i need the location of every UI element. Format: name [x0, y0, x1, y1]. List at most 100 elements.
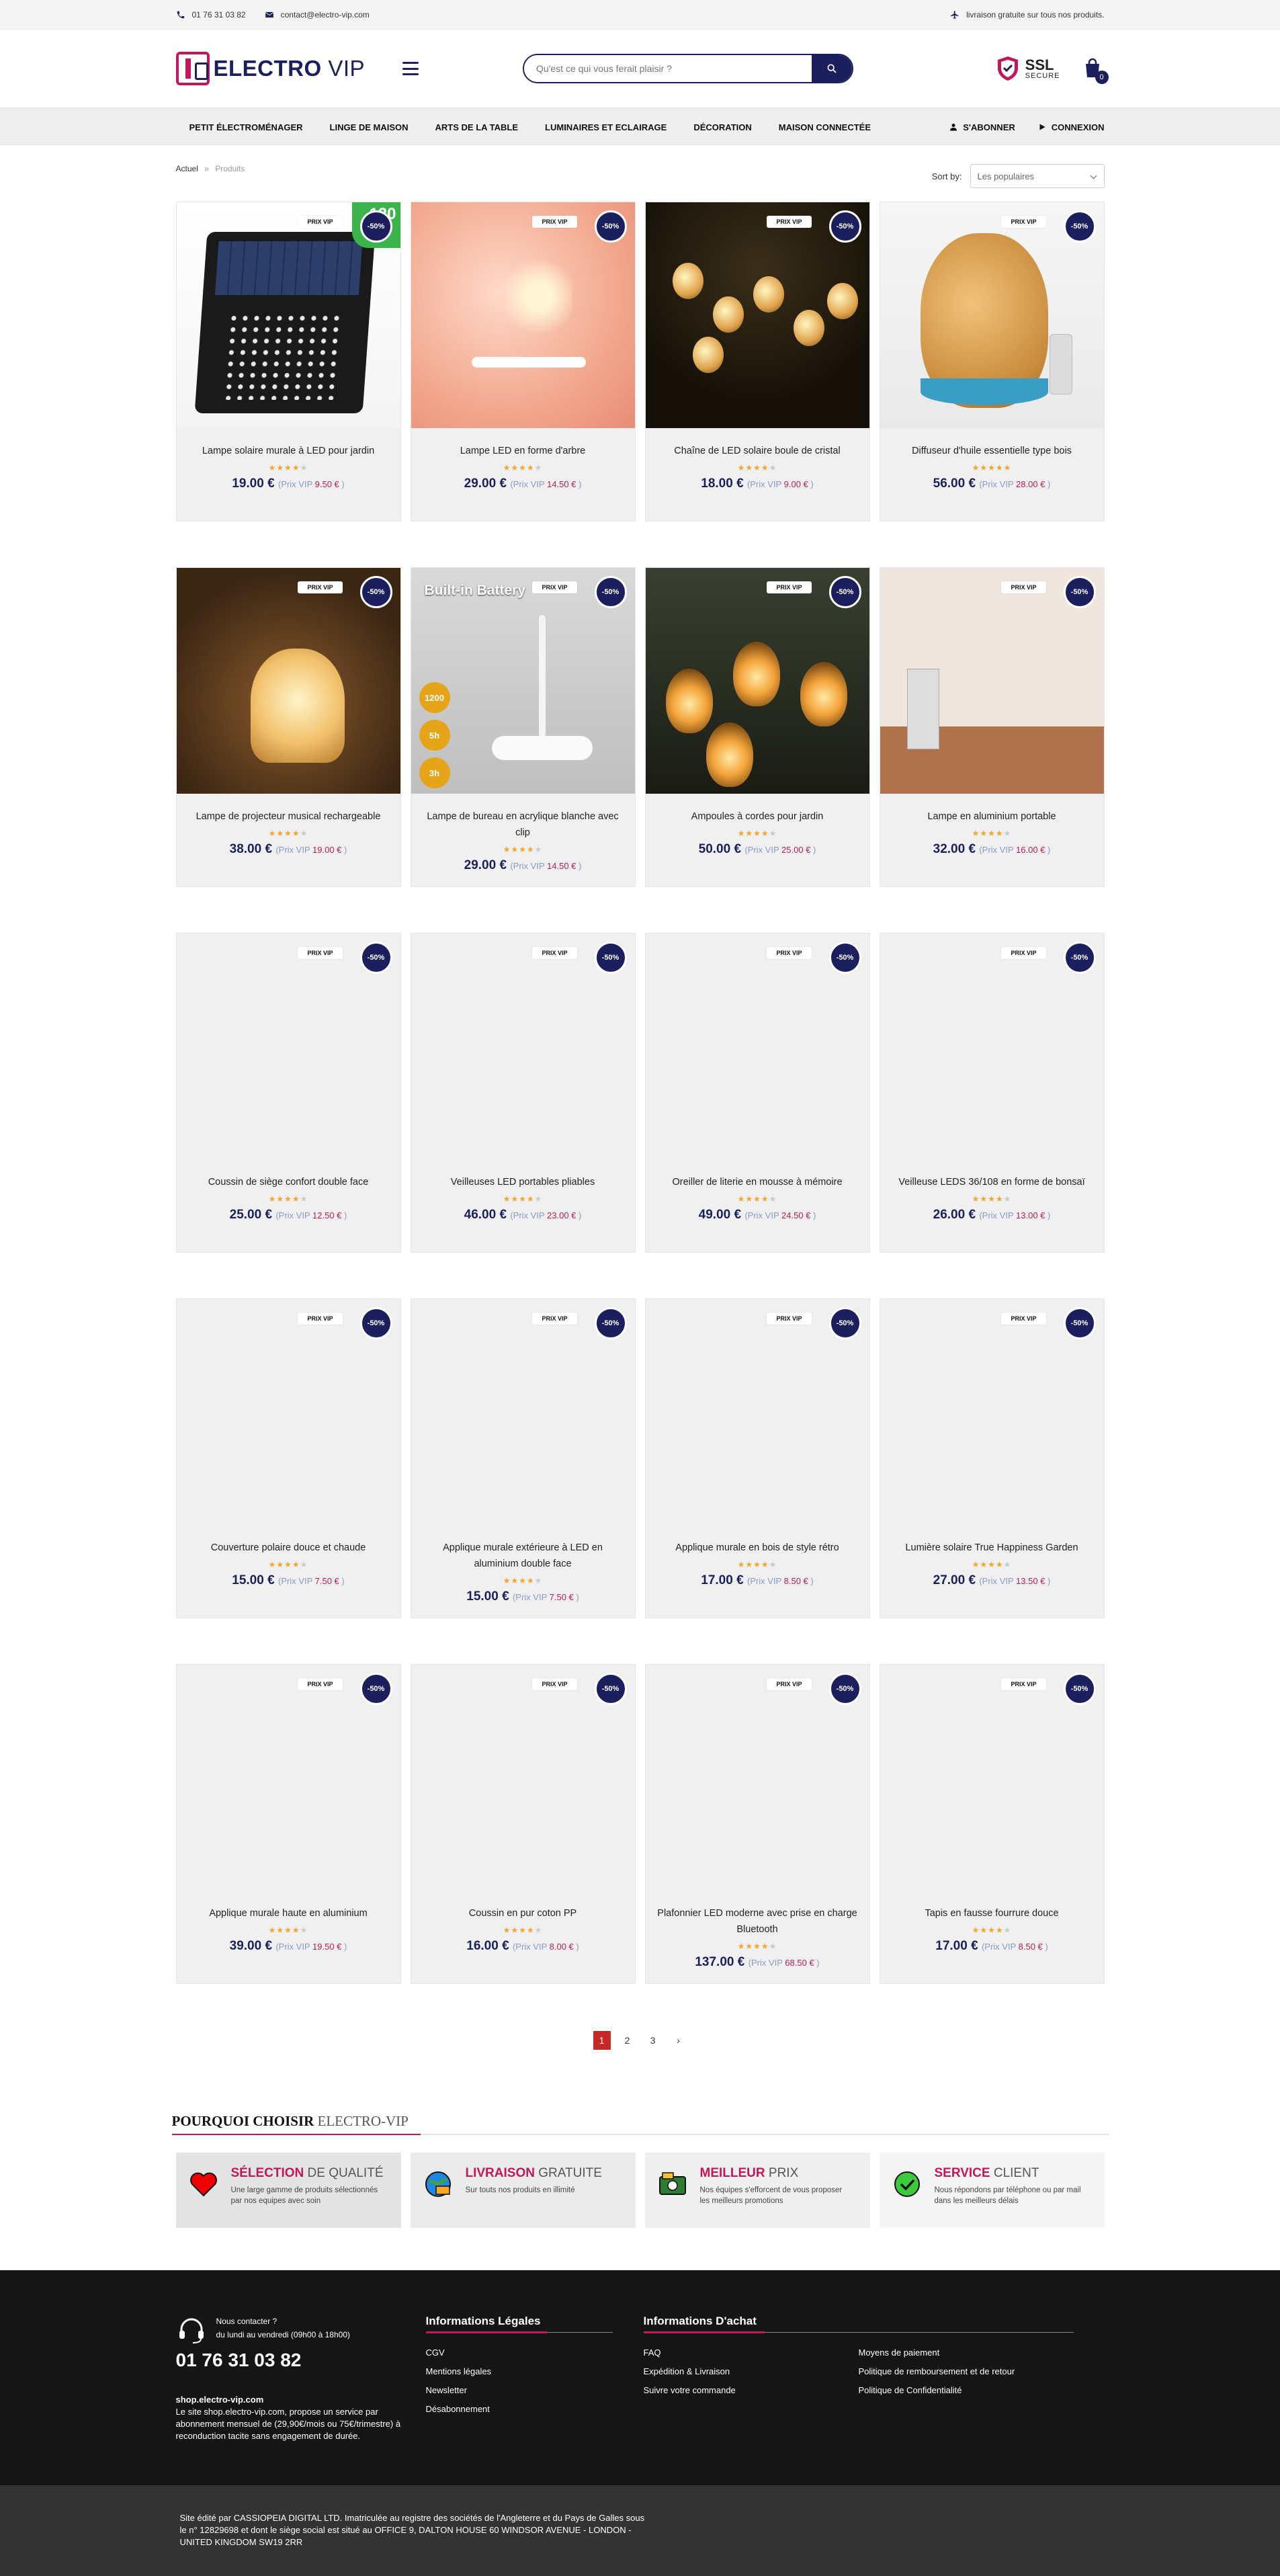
product-title[interactable]: Diffuseur d'huile essentielle type bois	[891, 443, 1093, 459]
product-title[interactable]: Lumière solaire True Happiness Garden	[891, 1540, 1093, 1556]
cart-button[interactable]: 0	[1082, 57, 1109, 84]
product-image[interactable]: PRIX VIP -50%	[880, 202, 1104, 428]
footer-phone[interactable]: 01 76 31 03 82	[176, 2350, 426, 2371]
product-title[interactable]: Couverture polaire douce et chaude	[187, 1540, 390, 1556]
product-card[interactable]: PRIX VIP -50% Plafonnier LED moderne avec …	[644, 1664, 870, 1984]
breadcrumb-home[interactable]: Actuel	[176, 164, 198, 173]
footer-link-unsubscribe[interactable]: Désabonnement	[426, 2400, 613, 2419]
product-image[interactable]: PRIX VIP -50%	[880, 933, 1104, 1159]
menu-icon[interactable]	[402, 62, 419, 75]
topbar-email[interactable]: contact@electro-vip.com	[265, 10, 370, 19]
product-card[interactable]: PRIX VIP -50% Diffuseur d'huile essentiell…	[879, 202, 1105, 522]
logo-light: VIP	[328, 56, 366, 81]
product-image[interactable]: PRIX VIP -50%	[176, 933, 400, 1159]
product-card[interactable]: PRIX VIP -50% Lampe de projecteur musical …	[175, 567, 401, 887]
sort-select[interactable]: Les populaires	[970, 164, 1105, 188]
footer-link-cgv[interactable]: CGV	[426, 2343, 613, 2362]
why-card-service: SERVICE CLIENT Nous répondons par téléph…	[879, 2153, 1105, 2228]
product-card[interactable]: PRIX VIP -50% Veilleuses LED portables pli…	[410, 933, 636, 1253]
product-title[interactable]: Lampe de projecteur musical rechargeable	[187, 808, 390, 825]
next-page-button[interactable]: ›	[670, 2031, 687, 2050]
product-image[interactable]: PRIX VIP -50%	[176, 1299, 400, 1525]
search-input[interactable]	[524, 55, 812, 82]
product-card[interactable]: PRIX VIP -50% Chaîne de LED solaire boule …	[644, 202, 870, 522]
product-card[interactable]: Built-in Battery 1200 5h 3h PRIX VIP -50% Lamp…	[410, 567, 636, 887]
product-card[interactable]: PRIX VIP -50% Tapis en fausse fourrure dou…	[879, 1664, 1105, 1984]
product-image[interactable]: PRIX VIP -50%	[645, 933, 869, 1159]
nav-item-petit-electromenager[interactable]: PETIT ÉLECTROMÉNAGER	[189, 122, 303, 132]
footer-link-payment[interactable]: Moyens de paiement	[859, 2343, 1074, 2362]
product-image[interactable]: PRIX VIP -50%	[645, 1299, 869, 1525]
product-card[interactable]: PRIX VIP -50% Lumière solaire True Happine…	[879, 1298, 1105, 1618]
product-title[interactable]: Plafonnier LED moderne avec prise en cha…	[656, 1905, 859, 1938]
rating-stars: ★★★★★	[972, 1560, 1012, 1569]
product-title[interactable]: Lampe solaire murale à LED pour jardin	[187, 443, 390, 459]
product-title[interactable]: Lampe en aluminium portable	[891, 808, 1093, 825]
product-card[interactable]: PRIX VIP -50% Ampoules à cordes pour jardi…	[644, 567, 870, 887]
footer-link-mentions[interactable]: Mentions légales	[426, 2362, 613, 2381]
product-image[interactable]: PRIX VIP -50%	[411, 933, 635, 1159]
product-card[interactable]: PRIX VIP -50% Lampe en aluminium portable ★…	[879, 567, 1105, 887]
footer-link-newsletter[interactable]: Newsletter	[426, 2381, 613, 2400]
product-image[interactable]: PRIX VIP -50%	[645, 202, 869, 428]
product-card[interactable]: PRIX VIP -50% Lampe LED en forme d'arbre ★★…	[410, 202, 636, 522]
product-card[interactable]: PRIX VIP -50% Oreiller de literie en mouss…	[644, 933, 870, 1253]
product-image[interactable]: PRIX VIP -50%	[411, 202, 635, 428]
top-bar: 01 76 31 03 82 contact@electro-vip.com l…	[0, 0, 1280, 30]
desk-lamp-header: Built-in Battery	[424, 583, 526, 598]
product-image[interactable]: PRIX VIP -50%	[645, 1665, 869, 1891]
footer-link-track-order[interactable]: Suivre votre commande	[644, 2381, 859, 2400]
product-image[interactable]: PRIX VIP -50%	[176, 1665, 400, 1891]
nav-item-arts-de-la-table[interactable]: ARTS DE LA TABLE	[435, 122, 519, 132]
product-title[interactable]: Applique murale extérieure à LED en alum…	[422, 1540, 624, 1572]
header: ELECTRO VIP SSL SECURE 0	[0, 30, 1280, 108]
product-card[interactable]: PRIX VIP -50% Applique murale haute en alu…	[175, 1664, 401, 1984]
search-button[interactable]	[812, 55, 853, 82]
product-title[interactable]: Coussin de siège confort double face	[187, 1174, 390, 1190]
nav-item-luminaires[interactable]: LUMINAIRES ET ECLAIRAGE	[545, 122, 667, 132]
product-image[interactable]: PRIX VIP -50%	[176, 568, 400, 794]
product-card[interactable]: PRIX VIP -50% Coussin en pur coton PP ★★★★★…	[410, 1664, 636, 1984]
subscribe-link[interactable]: S'ABONNER	[949, 122, 1015, 132]
nav-item-linge-de-maison[interactable]: LINGE DE MAISON	[330, 122, 409, 132]
product-image[interactable]: 120PRIX VIP-50%	[176, 202, 400, 428]
footer-link-privacy[interactable]: Politique de Confidentialité	[859, 2381, 1074, 2400]
product-title[interactable]: Lampe de bureau en acrylique blanche ave…	[422, 808, 624, 841]
product-title[interactable]: Applique murale haute en aluminium	[187, 1905, 390, 1921]
nav-item-maison-connectee[interactable]: MAISON CONNECTÉE	[779, 122, 871, 132]
product-title[interactable]: Oreiller de literie en mousse à mémoire	[656, 1174, 859, 1190]
product-title[interactable]: Ampoules à cordes pour jardin	[656, 808, 859, 825]
topbar-phone[interactable]: 01 76 31 03 82	[176, 10, 246, 19]
product-image[interactable]: PRIX VIP -50%	[411, 1665, 635, 1891]
login-link[interactable]: CONNEXION	[1038, 122, 1105, 132]
footer-link-shipping[interactable]: Expédition & Livraison	[644, 2362, 859, 2381]
product-image[interactable]: PRIX VIP -50%	[645, 568, 869, 794]
product-title[interactable]: Coussin en pur coton PP	[422, 1905, 624, 1921]
product-card[interactable]: PRIX VIP -50% Couverture polaire douce et …	[175, 1298, 401, 1618]
product-title[interactable]: Applique murale en bois de style rétro	[656, 1540, 859, 1556]
page-1[interactable]: 1	[593, 2031, 611, 2050]
product-card[interactable]: PRIX VIP -50% Applique murale extérieure à…	[410, 1298, 636, 1618]
product-image[interactable]: PRIX VIP -50%	[880, 568, 1104, 794]
product-card[interactable]: PRIX VIP -50% Veilleuse LEDS 36/108 en for…	[879, 933, 1105, 1253]
product-title[interactable]: Veilleuses LED portables pliables	[422, 1174, 624, 1190]
product-image[interactable]: PRIX VIP -50%	[880, 1665, 1104, 1891]
product-title[interactable]: Tapis en fausse fourrure douce	[891, 1905, 1093, 1921]
footer-link-refund[interactable]: Politique de remboursement et de retour	[859, 2362, 1074, 2381]
product-card[interactable]: 120PRIX VIP-50% Lampe solaire murale à LE…	[175, 202, 401, 522]
product-title[interactable]: Veilleuse LEDS 36/108 en forme de bonsaï	[891, 1174, 1093, 1190]
product-card[interactable]: PRIX VIP -50% Coussin de siège confort dou…	[175, 933, 401, 1253]
why-card-service-text: Nous répondons par téléphone ou par mail…	[934, 2186, 1081, 2205]
discount-badge: -50%	[828, 576, 861, 608]
page-3[interactable]: 3	[644, 2031, 662, 2050]
product-card[interactable]: PRIX VIP -50% Applique murale en bois de s…	[644, 1298, 870, 1618]
product-image[interactable]: Built-in Battery 1200 5h 3h PRIX VIP -50%	[411, 568, 635, 794]
site-logo[interactable]: ELECTRO VIP	[175, 52, 366, 85]
product-image[interactable]: PRIX VIP -50%	[411, 1299, 635, 1525]
product-title[interactable]: Lampe LED en forme d'arbre	[422, 443, 624, 459]
footer-link-faq[interactable]: FAQ	[644, 2343, 859, 2362]
nav-item-decoration[interactable]: DÉCORATION	[693, 122, 751, 132]
product-title[interactable]: Chaîne de LED solaire boule de cristal	[656, 443, 859, 459]
product-image[interactable]: PRIX VIP -50%	[880, 1299, 1104, 1525]
page-2[interactable]: 2	[619, 2031, 636, 2050]
